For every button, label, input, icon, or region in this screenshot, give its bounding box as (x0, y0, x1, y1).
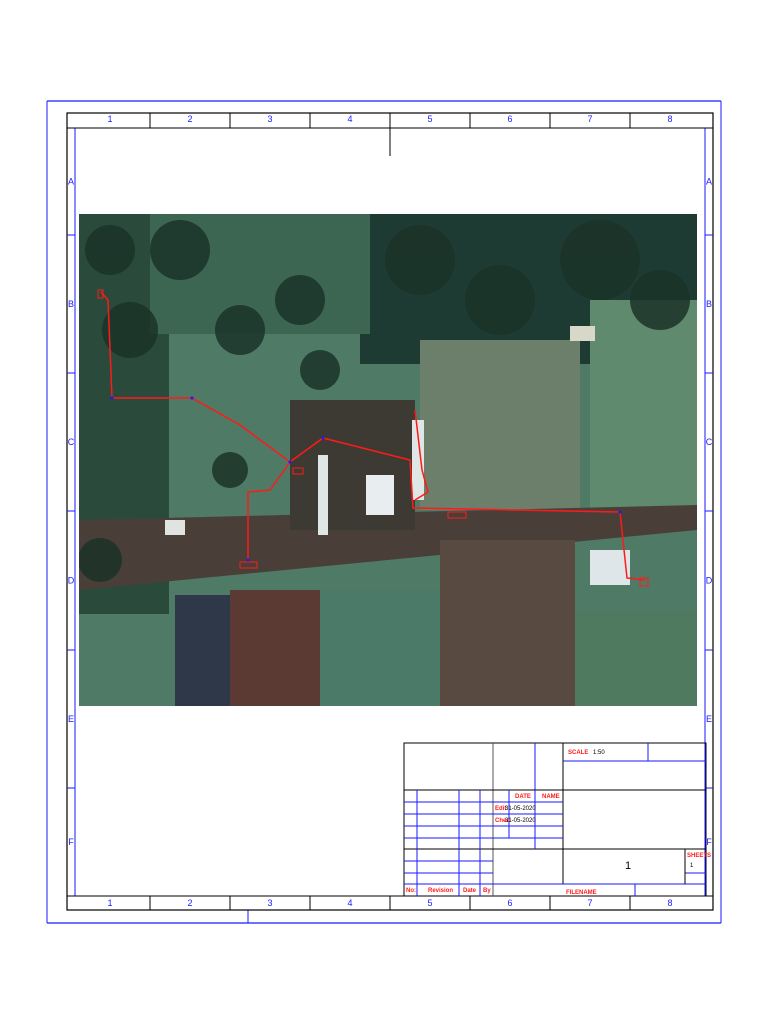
row-label-F: F (68, 837, 74, 847)
row-label-F: F (706, 837, 712, 847)
column-label-4: 4 (347, 898, 352, 908)
column-label-6: 6 (507, 114, 512, 124)
column-label-8: 8 (667, 114, 672, 124)
satellite-image (79, 214, 697, 706)
row-label-A: A (706, 177, 712, 187)
column-label-3: 3 (267, 114, 272, 124)
sheets-value: 1 (690, 863, 694, 869)
row-label-D: D (68, 576, 75, 586)
column-label-1: 1 (107, 114, 112, 124)
row-label-D: D (706, 576, 713, 586)
column-label-7: 7 (587, 898, 592, 908)
row-label-C: C (68, 437, 75, 447)
edit-date: 31-05-2020 (505, 806, 536, 812)
date-header: DATE (515, 794, 531, 800)
scale-label: SCALE (568, 750, 588, 756)
row-label-E: E (68, 714, 74, 724)
column-label-2: 2 (187, 898, 192, 908)
revision-header-date: Date (463, 888, 477, 894)
row-label-C: C (706, 437, 713, 447)
check-date: 31-05-2020 (505, 818, 536, 824)
row-label-B: B (68, 299, 74, 309)
column-label-7: 7 (587, 114, 592, 124)
revision-header-no: No: (406, 888, 416, 894)
column-label-8: 8 (667, 898, 672, 908)
row-label-E: E (706, 714, 712, 724)
row-label-A: A (68, 177, 74, 187)
scale-value: 1:50 (593, 750, 605, 756)
sheet-number: 1 (625, 860, 631, 872)
filename-label: FILENAME (566, 890, 597, 896)
row-label-B: B (706, 299, 712, 309)
column-label-6: 6 (507, 898, 512, 908)
revision-header-by: By (483, 888, 491, 894)
revision-header-revision: Revision (428, 888, 453, 894)
drawing-sheet: 1 1 2 2 3 3 4 4 5 5 6 6 7 7 8 8 A A B B C C D D E E F F SCALE… (46, 100, 722, 924)
column-label-2: 2 (187, 114, 192, 124)
column-label-1: 1 (107, 898, 112, 908)
column-label-4: 4 (347, 114, 352, 124)
column-label-3: 3 (267, 898, 272, 908)
column-label-5: 5 (427, 114, 432, 124)
title-block: SCALE 1:50 DATE NAME Edit 31-05-2020 Che… (403, 742, 711, 897)
name-header: NAME (542, 794, 560, 800)
column-label-5: 5 (427, 898, 432, 908)
sheets-label: SHEETS (687, 853, 711, 859)
